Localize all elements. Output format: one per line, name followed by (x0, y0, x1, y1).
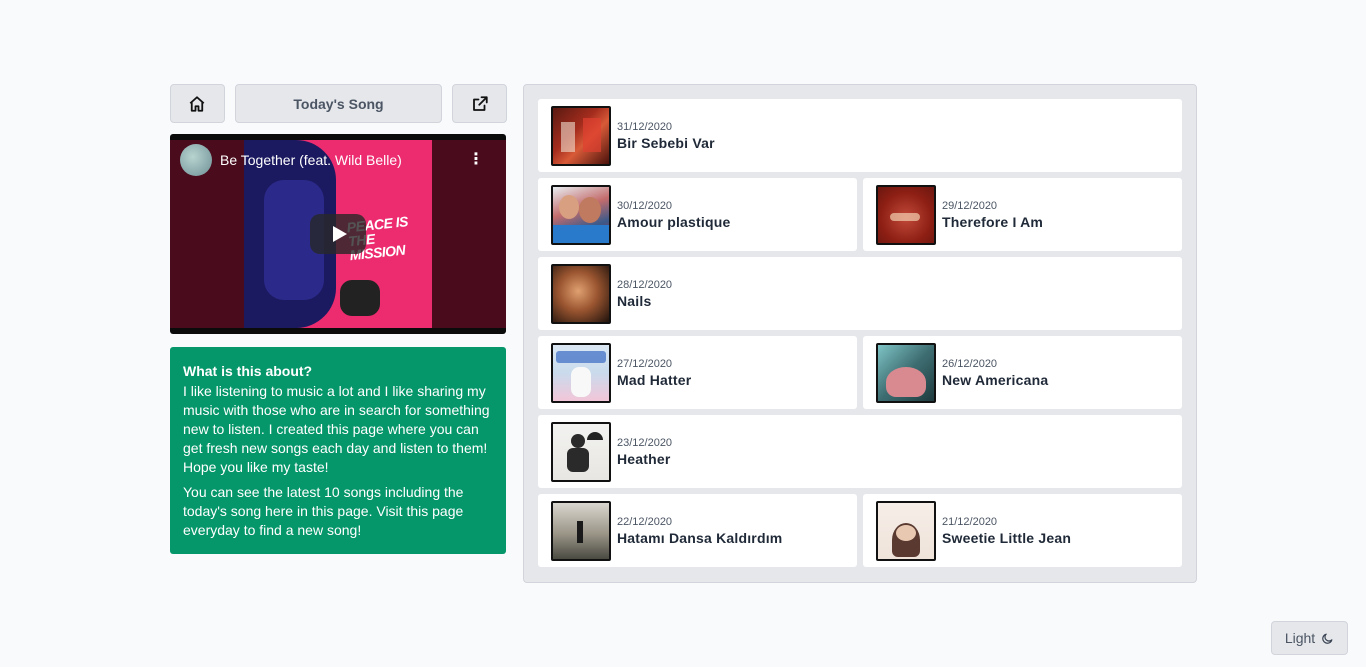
song-info: 23/12/2020 Heather (617, 436, 672, 468)
todays-song-button[interactable]: Today's Song (234, 84, 443, 123)
about-box: What is this about? I like listening to … (170, 347, 506, 554)
album-cover (551, 421, 611, 482)
video-letterbox-right (432, 140, 506, 328)
song-info: 28/12/2020 Nails (617, 278, 672, 310)
theme-toggle-button[interactable]: Light (1271, 621, 1348, 655)
song-card[interactable]: 23/12/2020 Heather (538, 415, 1182, 488)
song-date: 23/12/2020 (617, 436, 673, 449)
song-row: 23/12/2020 Heather (538, 415, 1182, 488)
song-title: Sweetie Little Jean (942, 529, 1072, 546)
song-row: 27/12/2020 Mad Hatter 26/12/2020 New Ame… (538, 336, 1182, 409)
album-cover (876, 500, 936, 561)
song-info: 31/12/2020 Bir Sebebi Var (617, 120, 715, 152)
theme-label: Light (1284, 630, 1316, 646)
song-info: 22/12/2020 Hatamı Dansa Kaldırdım (617, 515, 782, 547)
song-row: 28/12/2020 Nails (538, 257, 1182, 330)
about-paragraph-2: You can see the latest 10 songs includin… (183, 484, 464, 538)
about-heading: What is this about? (183, 363, 313, 379)
home-button[interactable] (170, 84, 225, 123)
song-row: 22/12/2020 Hatamı Dansa Kaldırdım 21/12/… (538, 494, 1182, 567)
album-cover (876, 184, 936, 245)
more-options-icon[interactable]: ⋮ (468, 152, 484, 168)
song-title: Bir Sebebi Var (617, 134, 715, 151)
song-card[interactable]: 29/12/2020 Therefore I Am (863, 178, 1182, 251)
channel-avatar[interactable] (180, 144, 212, 176)
song-date: 31/12/2020 (617, 120, 673, 133)
todays-song-label: Today's Song (293, 95, 384, 112)
song-list-panel: 31/12/2020 Bir Sebebi Var 30/12/2020 Amo… (523, 84, 1197, 583)
song-title: Therefore I Am (942, 213, 1044, 230)
left-column: Today's Song PEACE IS THE MISSION Be Tog… (170, 84, 507, 554)
song-date: 30/12/2020 (617, 199, 673, 212)
song-date: 21/12/2020 (942, 515, 998, 528)
song-card[interactable]: 27/12/2020 Mad Hatter (538, 336, 857, 409)
song-date: 22/12/2020 (617, 515, 673, 528)
album-cover (551, 263, 611, 324)
song-title: Nails (617, 292, 652, 309)
song-title: Hatamı Dansa Kaldırdım (617, 529, 783, 546)
song-title: Heather (617, 450, 671, 467)
song-card[interactable]: 21/12/2020 Sweetie Little Jean (863, 494, 1182, 567)
top-bar: Today's Song (170, 84, 507, 123)
song-card[interactable]: 26/12/2020 New Americana (863, 336, 1182, 409)
play-button[interactable] (310, 214, 366, 254)
song-card[interactable]: 22/12/2020 Hatamı Dansa Kaldırdım (538, 494, 857, 567)
song-info: 30/12/2020 Amour plastique (617, 199, 730, 231)
album-cover (876, 342, 936, 403)
song-title: Mad Hatter (617, 371, 692, 388)
song-row: 30/12/2020 Amour plastique 29/12/2020 Th… (538, 178, 1182, 251)
video-title[interactable]: Be Together (feat. Wild Belle) (220, 152, 402, 168)
song-title: New Americana (942, 371, 1049, 388)
song-row: 31/12/2020 Bir Sebebi Var (538, 99, 1182, 172)
album-cover (551, 500, 611, 561)
play-icon (333, 226, 347, 242)
thumbnail-fist (340, 280, 380, 316)
album-cover (551, 342, 611, 403)
home-icon (190, 95, 205, 112)
song-date: 29/12/2020 (942, 199, 998, 212)
song-info: 26/12/2020 New Americana (942, 357, 1048, 389)
song-date: 26/12/2020 (942, 357, 998, 370)
album-cover (551, 184, 611, 245)
song-card[interactable]: 28/12/2020 Nails (538, 257, 1182, 330)
song-title: Amour plastique (617, 213, 731, 230)
external-link-icon (472, 95, 488, 111)
song-info: 21/12/2020 Sweetie Little Jean (942, 515, 1071, 547)
about-paragraph-1: I like listening to music a lot and I li… (183, 383, 490, 475)
moon-icon (1322, 633, 1333, 644)
song-date: 28/12/2020 (617, 278, 673, 291)
youtube-video-player[interactable]: PEACE IS THE MISSION Be Together (feat. … (170, 134, 506, 334)
song-card[interactable]: 30/12/2020 Amour plastique (538, 178, 857, 251)
album-cover (551, 105, 611, 166)
external-link-button[interactable] (452, 84, 507, 123)
song-info: 27/12/2020 Mad Hatter (617, 357, 691, 389)
song-info: 29/12/2020 Therefore I Am (942, 199, 1043, 231)
song-date: 27/12/2020 (617, 357, 673, 370)
song-card[interactable]: 31/12/2020 Bir Sebebi Var (538, 99, 1182, 172)
